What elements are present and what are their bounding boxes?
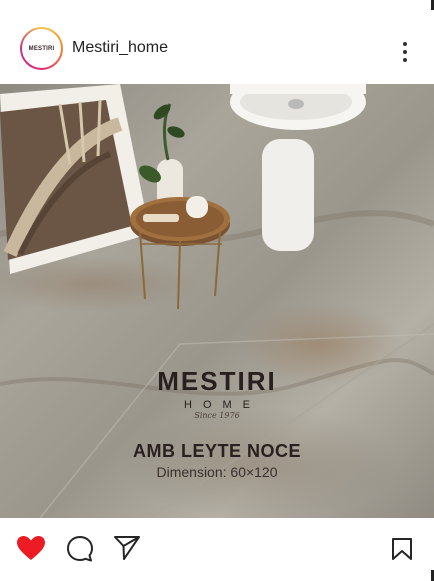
product-info: AMB LEYTE NOCE Dimension: 60×120 (0, 441, 434, 480)
send-icon[interactable] (113, 535, 141, 566)
brand-since: Since 1976 (194, 411, 240, 420)
post-actions (0, 518, 434, 581)
framed-art (0, 84, 150, 274)
product-name: AMB LEYTE NOCE (132, 441, 301, 461)
brand-name: MESTIRI (157, 366, 277, 396)
brand-subtitle: HOME (184, 399, 261, 411)
product-dimension: Dimension: 60×120 (156, 464, 278, 480)
pedestal-sink (230, 84, 366, 251)
brand-logo: MESTIRI HOME Since 1976 (0, 366, 434, 420)
comment-icon[interactable] (66, 535, 94, 568)
avatar-logo: MESTIRI (28, 45, 55, 52)
username[interactable]: Mestiri_home (72, 39, 168, 57)
heart-filled-icon[interactable] (16, 535, 46, 566)
more-options-icon[interactable] (399, 40, 411, 64)
profile-avatar[interactable]: MESTIRI (20, 27, 63, 70)
avatar-logo-container: MESTIRI (22, 29, 61, 68)
bookmark-icon[interactable] (391, 537, 413, 566)
side-table (130, 196, 230, 310)
post-image[interactable]: MESTIRI HOME Since 1976 AMB LEYTE NOCE D… (0, 84, 434, 518)
post-header: MESTIRI Mestiri_home (0, 0, 434, 84)
